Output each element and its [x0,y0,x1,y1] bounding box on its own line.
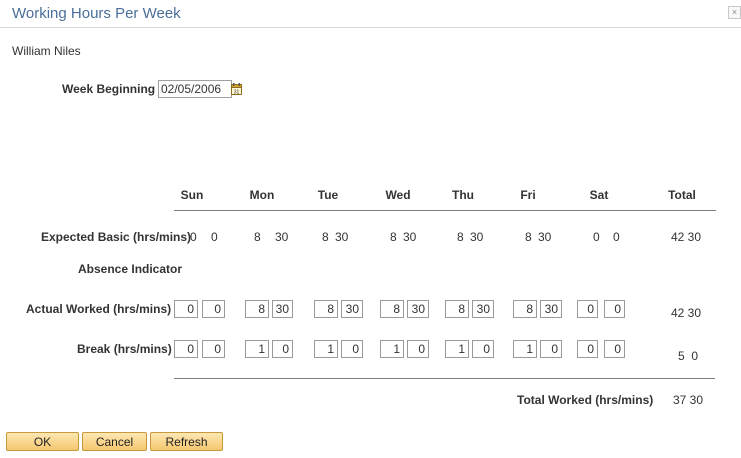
break-fri-mins-input[interactable]: 0 [540,340,562,358]
actual-sat-hrs-input[interactable]: 0 [577,300,598,318]
week-beginning-label: Week Beginning [62,82,156,96]
break-thu-hrs-input[interactable]: 1 [445,340,469,358]
actual-thu-mins-input[interactable]: 30 [472,300,494,318]
expected-tue-mins: 30 [335,230,349,244]
break-sun-mins-input[interactable]: 0 [202,340,225,358]
break-label: Break (hrs/mins) [77,342,172,356]
absence-indicator-label: Absence Indicator [78,262,183,276]
calendar-icon[interactable]: 31 [231,83,242,95]
expected-tue-hrs: 8 [322,230,329,244]
break-thu-mins-input[interactable]: 0 [472,340,494,358]
expected-mon-mins: 30 [275,230,289,244]
break-tue-hrs-input[interactable]: 1 [314,340,338,358]
expected-wed-hrs: 8 [390,230,397,244]
week-beginning-input[interactable] [158,80,232,98]
actual-fri-hrs-input[interactable]: 8 [513,300,537,318]
expected-fri-hrs: 8 [525,230,532,244]
actual-sun-hrs-input[interactable]: 0 [174,300,198,318]
break-fri-hrs-input[interactable]: 1 [513,340,537,358]
actual-fri-mins-input[interactable]: 30 [540,300,562,318]
ok-button[interactable]: OK [6,432,79,451]
expected-total: 42 30 [671,230,702,244]
break-wed-hrs-input[interactable]: 1 [380,340,404,358]
actual-thu-hrs-input[interactable]: 8 [445,300,469,318]
svg-text:31: 31 [234,90,240,96]
total-worked-label: Total Worked (hrs/mins) [517,393,654,407]
break-sat-hrs-input[interactable]: 0 [577,340,598,358]
break-tue-mins-input[interactable]: 0 [341,340,363,358]
expected-sun-mins: 0 [211,230,218,244]
column-header-total: Total [668,188,696,202]
column-header-tue: Tue [317,188,339,202]
expected-fri-mins: 30 [538,230,552,244]
expected-sat-mins: 0 [613,230,620,244]
break-wed-mins-input[interactable]: 0 [407,340,429,358]
actual-tue-hrs-input[interactable]: 8 [314,300,338,318]
actual-sat-mins-input[interactable]: 0 [604,300,625,318]
window-title: Working Hours Per Week [12,5,181,22]
actual-mon-mins-input[interactable]: 30 [272,300,293,318]
summary-divider [174,378,715,379]
total-worked-value: 37 30 [673,393,704,407]
refresh-button[interactable]: Refresh [150,432,223,451]
column-header-wed: Wed [385,188,411,202]
cancel-button[interactable]: Cancel [82,432,147,451]
expected-thu-hrs: 8 [457,230,464,244]
column-header-sun: Sun [180,188,204,202]
break-sat-mins-input[interactable]: 0 [604,340,625,358]
actual-wed-hrs-input[interactable]: 8 [380,300,404,318]
actual-tue-mins-input[interactable]: 30 [341,300,363,318]
expected-wed-mins: 30 [403,230,417,244]
break-mon-hrs-input[interactable]: 1 [245,340,269,358]
column-header-mon: Mon [249,188,275,202]
header-divider [174,210,716,211]
expected-basic-label: Expected Basic (hrs/mins) [41,230,192,244]
actual-wed-mins-input[interactable]: 30 [407,300,429,318]
close-icon[interactable]: × [728,6,741,19]
expected-sun-hrs: 0 [190,230,197,244]
expected-mon-hrs: 8 [254,230,261,244]
expected-thu-mins: 30 [470,230,484,244]
break-total: 5 0 [678,349,699,363]
actual-total: 42 30 [671,306,702,320]
expected-sat-hrs: 0 [593,230,600,244]
employee-name: William Niles [12,44,81,58]
actual-mon-hrs-input[interactable]: 8 [245,300,269,318]
break-sun-hrs-input[interactable]: 0 [174,340,198,358]
title-divider [0,27,741,28]
break-mon-mins-input[interactable]: 0 [272,340,293,358]
column-header-sat: Sat [589,188,609,202]
column-header-thu: Thu [452,188,474,202]
column-header-fri: Fri [520,188,536,202]
actual-worked-label: Actual Worked (hrs/mins) [26,302,172,316]
actual-sun-mins-input[interactable]: 0 [202,300,225,318]
